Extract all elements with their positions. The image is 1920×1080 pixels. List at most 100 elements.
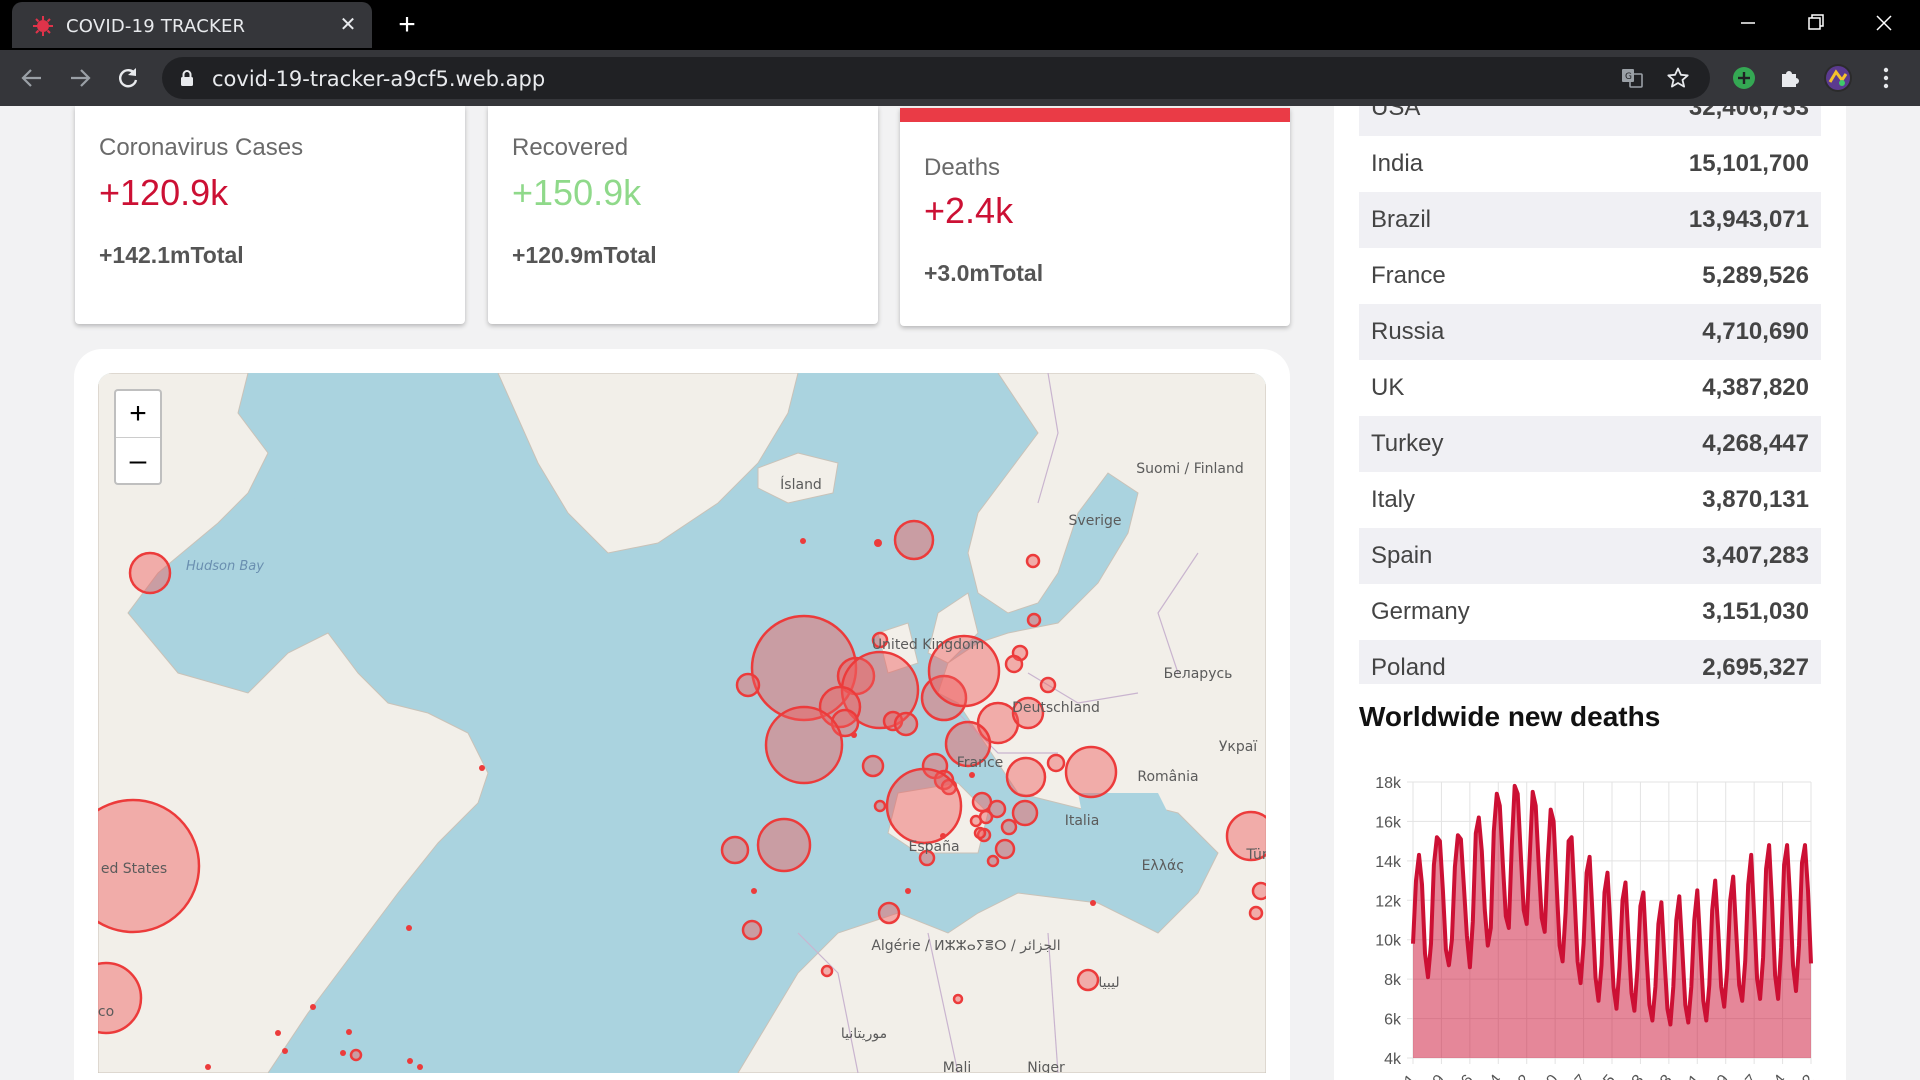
map-label: ليبيا — [1098, 975, 1119, 991]
y-tick-label: 4k — [1384, 1051, 1402, 1068]
map-label: موريتانيا — [841, 1026, 887, 1042]
deaths-card[interactable]: Deaths +2.4k +3.0mTotal — [900, 108, 1290, 326]
deaths-card-total: +3.0mTotal — [924, 260, 1044, 286]
country-cases: 3,151,030 — [1702, 598, 1809, 625]
country-name: USA — [1371, 106, 1421, 121]
close-window-icon[interactable] — [1864, 8, 1904, 40]
table-row: Italy 3,870,131 — [1359, 472, 1821, 528]
star-icon[interactable] — [1666, 66, 1690, 90]
map-label: Niger — [1027, 1060, 1065, 1073]
country-cases: 3,407,283 — [1702, 542, 1809, 569]
country-name: Germany — [1371, 598, 1470, 625]
table-row: UK 4,387,820 — [1359, 360, 1821, 416]
country-cases: 5,289,526 — [1702, 262, 1809, 289]
recovered-card-value: +150.9k — [512, 172, 642, 213]
translate-icon[interactable]: G — [1620, 66, 1644, 90]
table-row: Spain 3,407,283 — [1359, 528, 1821, 584]
map-tiles: Ísland Hudson Bay Suomi / Finland Sverig… — [98, 373, 1266, 1073]
cases-card-title: Coronavirus Cases — [99, 134, 304, 161]
new-tab-icon[interactable]: + — [392, 10, 422, 40]
browser-tab[interactable]: COVID-19 TRACKER ✕ — [12, 2, 372, 48]
x-tick-label: r 3 — [1651, 1072, 1676, 1080]
tab-title: COVID-19 TRACKER — [66, 16, 246, 37]
virus-icon — [33, 16, 53, 36]
map-label: Беларусь — [1164, 666, 1233, 682]
cases-card[interactable]: Coronavirus Cases +120.9k +142.1mTotal — [75, 106, 465, 324]
extension-plus-icon[interactable] — [1728, 62, 1760, 94]
deaths-card-title: Deaths — [924, 154, 1001, 181]
restore-icon[interactable] — [1796, 8, 1836, 40]
table-row: Brazil 13,943,071 — [1359, 192, 1821, 248]
table-row: Russia 4,710,690 — [1359, 304, 1821, 360]
y-tick-label: 14k — [1375, 854, 1402, 871]
browser-tabstrip: COVID-19 TRACKER ✕ + — [0, 0, 1920, 50]
world-map[interactable]: Ísland Hudson Bay Suomi / Finland Sverig… — [98, 373, 1266, 1073]
cases-card-value: +120.9k — [99, 172, 229, 213]
y-tick-label: 8k — [1384, 972, 1402, 989]
country-cases: 3,870,131 — [1702, 486, 1809, 513]
map-zoom-control: + – — [114, 389, 162, 485]
country-cases: 13,943,071 — [1688, 206, 1809, 233]
map-label: Deutschland — [1012, 700, 1100, 716]
close-tab-icon[interactable]: ✕ — [336, 13, 360, 37]
country-name: France — [1371, 262, 1446, 289]
forward-icon[interactable] — [64, 62, 96, 94]
x-tick-label: 29 — [1424, 1072, 1449, 1080]
lock-icon — [181, 70, 193, 86]
address-bar[interactable]: covid-19-tracker-a9cf5.web.app G — [162, 57, 1710, 99]
x-tick-label: 23 — [1623, 1072, 1648, 1080]
map-label: Italia — [1065, 813, 1100, 829]
country-name: Italy — [1371, 486, 1416, 513]
country-name: Spain — [1371, 542, 1433, 569]
country-cases: 4,710,690 — [1702, 318, 1809, 345]
map-label: Украї — [1219, 739, 1257, 755]
profile-avatar-icon[interactable] — [1822, 62, 1854, 94]
map-label: United Kingdom — [872, 637, 984, 653]
cases-card-total: +142.1mTotal — [99, 242, 244, 268]
y-tick-label: 18k — [1375, 775, 1402, 792]
page-content: Coronavirus Cases +120.9k +142.1mTotal R… — [0, 106, 1920, 1080]
x-tick-label: b 7 — [1563, 1072, 1590, 1080]
x-tick-label: 19 — [1708, 1072, 1733, 1080]
country-cases: 4,268,447 — [1702, 430, 1809, 457]
country-cases-table: USA 32,406,753 India 15,101,700 Brazil 13,943… — [1359, 106, 1821, 684]
country-name: India — [1371, 150, 1424, 177]
country-cases: 32,406,753 — [1688, 106, 1809, 121]
x-tick-label: 30 — [1538, 1072, 1563, 1080]
browser-toolbar: covid-19-tracker-a9cf5.web.app G — [0, 50, 1920, 106]
country-name: Turkey — [1371, 430, 1444, 457]
x-tick-label: 11 — [1681, 1072, 1705, 1080]
y-tick-label: 6k — [1384, 1012, 1402, 1029]
map-label: co — [98, 1004, 114, 1020]
country-cases: 4,387,820 — [1702, 374, 1809, 401]
map-label: Suomi / Finland — [1136, 461, 1244, 477]
x-tick-label: 22 — [1509, 1072, 1534, 1080]
map-label: ed States — [101, 861, 167, 877]
recovered-card[interactable]: Recovered +150.9k +120.9mTotal — [488, 106, 878, 324]
x-tick-label: 27 — [1737, 1072, 1762, 1080]
y-tick-label: 12k — [1375, 893, 1402, 910]
map-label: Algérie / ⵍⵣⵣⴰⵢⴻⵔ / الجزائر — [871, 938, 1060, 954]
country-cases: 15,101,700 — [1688, 150, 1809, 177]
zoom-out-button[interactable]: – — [116, 438, 160, 484]
y-tick-label: 16k — [1375, 814, 1402, 831]
y-tick-label: 10k — [1375, 933, 1402, 950]
country-cases: 2,695,327 — [1702, 654, 1809, 681]
map-label: France — [957, 755, 1004, 771]
deaths-card-value: +2.4k — [924, 190, 1014, 231]
x-tick-label: 6 — [1458, 1072, 1477, 1080]
table-row: USA 32,406,753 — [1359, 106, 1821, 136]
back-icon[interactable] — [16, 62, 48, 94]
minimize-icon[interactable] — [1728, 8, 1768, 40]
table-row: Turkey 4,268,447 — [1359, 416, 1821, 472]
zoom-in-button[interactable]: + — [116, 391, 160, 438]
table-row: Poland 2,695,327 — [1359, 640, 1821, 684]
map-label: Türk — [1245, 847, 1266, 863]
country-name: Russia — [1371, 318, 1445, 345]
map-label: Ísland — [780, 476, 822, 493]
map-label: España — [908, 839, 959, 855]
svg-text:G: G — [1625, 72, 1632, 82]
extensions-puzzle-icon[interactable] — [1774, 62, 1806, 94]
reload-icon[interactable] — [112, 62, 144, 94]
menu-kebab-icon[interactable] — [1870, 62, 1902, 94]
